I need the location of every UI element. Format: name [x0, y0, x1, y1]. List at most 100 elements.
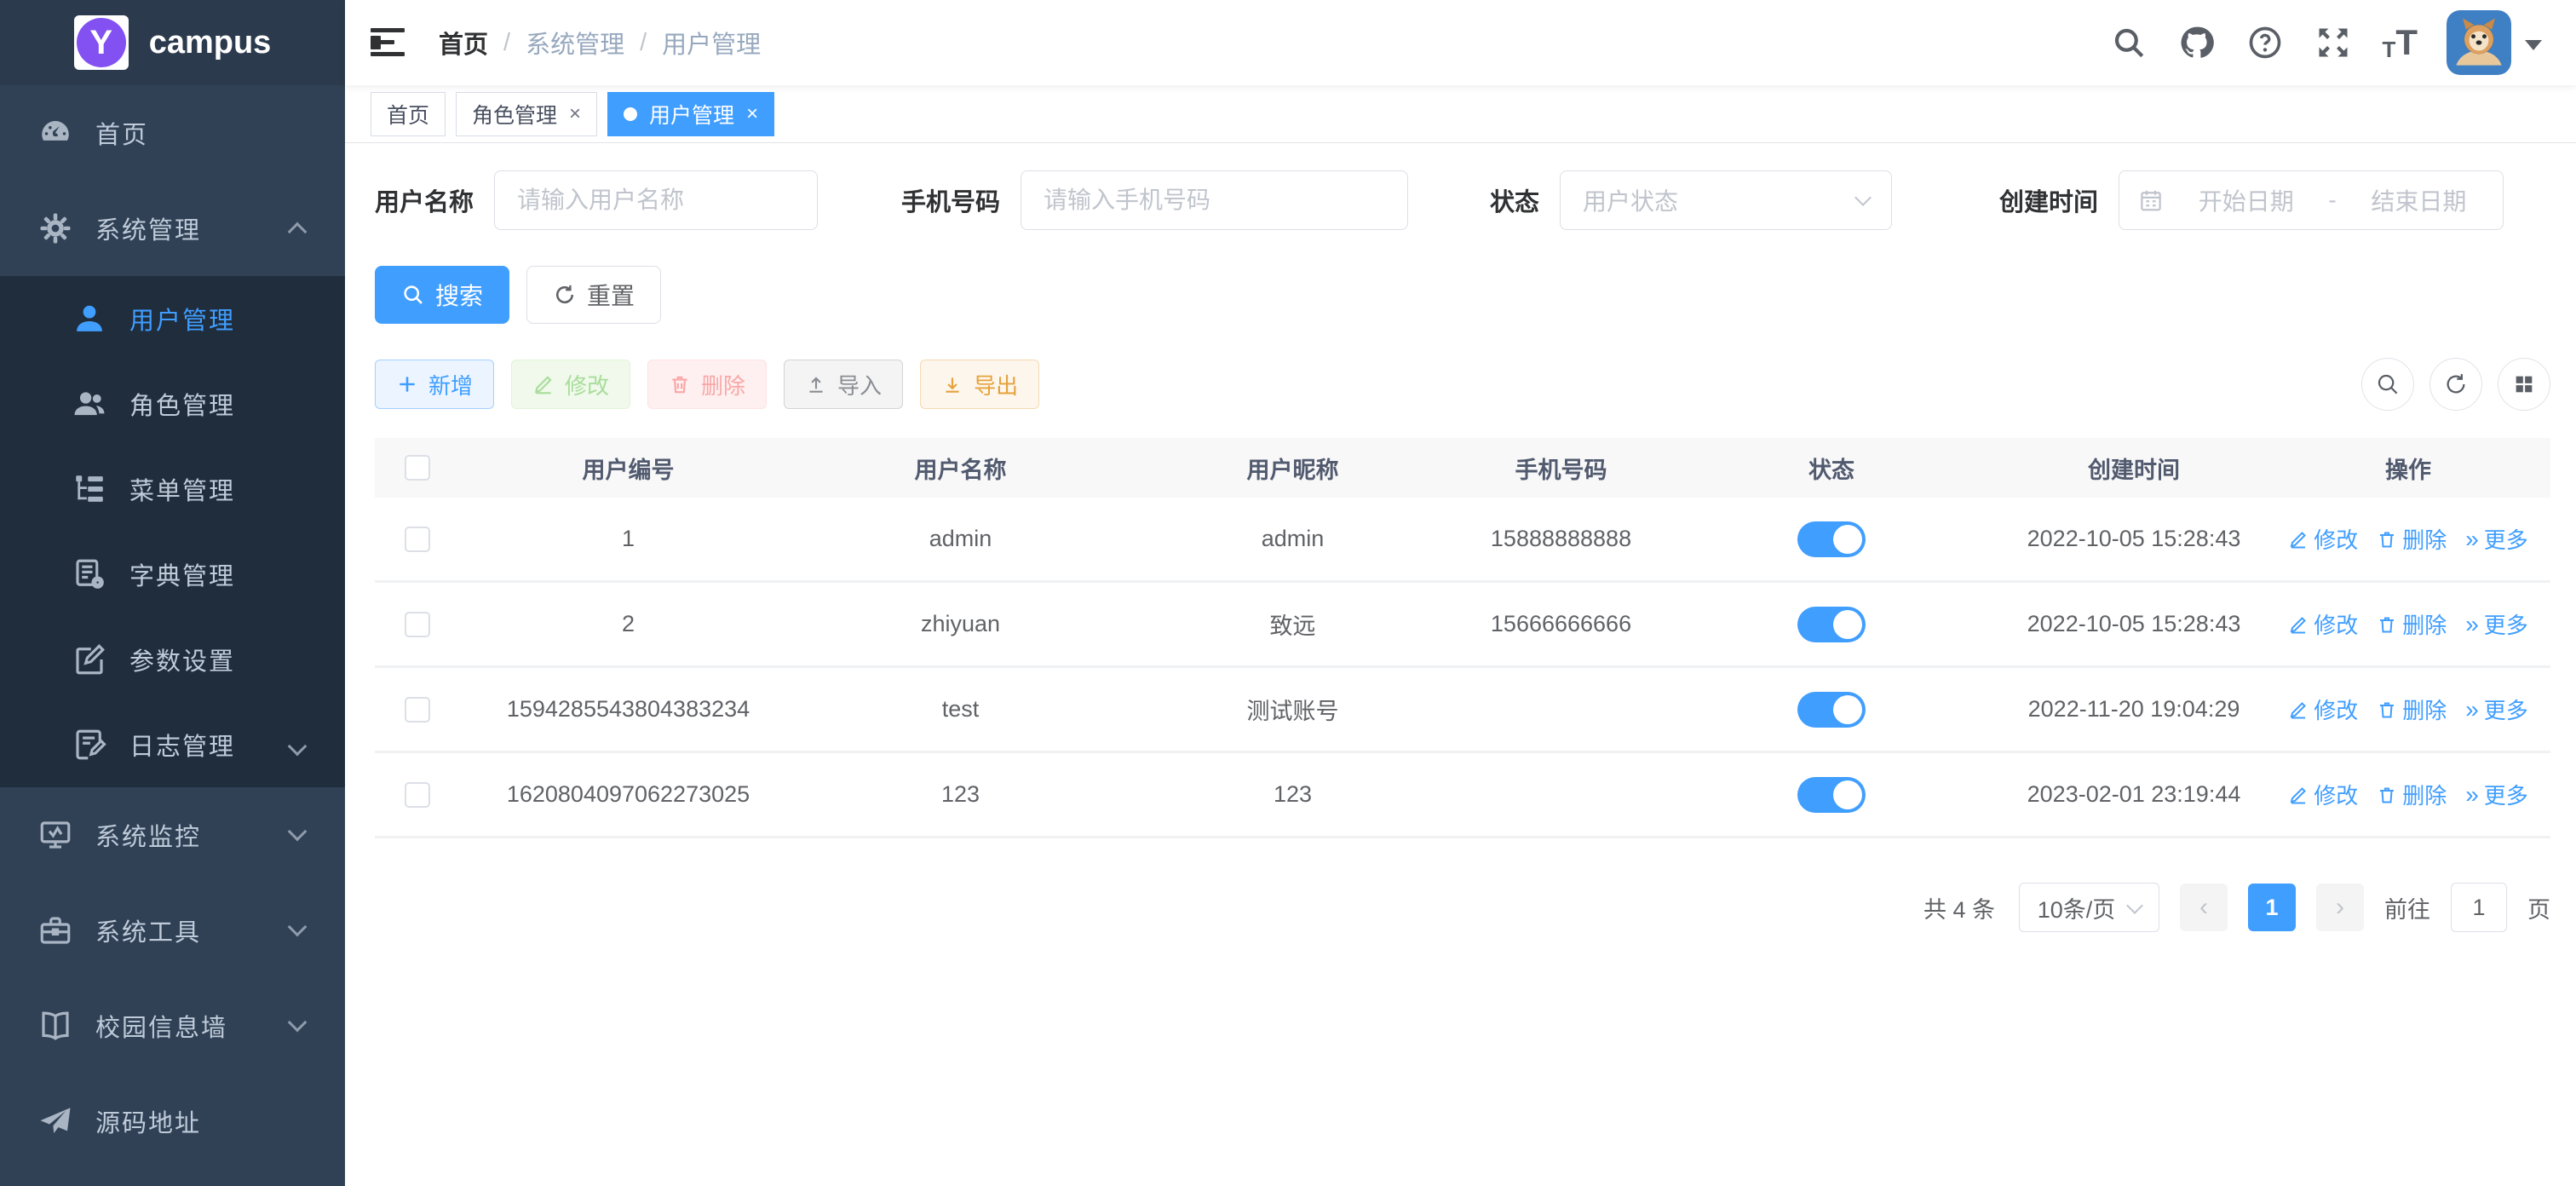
- sidebar-item-source-code[interactable]: 源码地址: [0, 1074, 345, 1169]
- row-checkbox[interactable]: [405, 527, 430, 552]
- search-form: 用户名称 手机号码 状态 用户状态 创建时间 开始日期 - 结束日期: [375, 170, 2550, 230]
- double-arrow-icon: »: [2465, 783, 2479, 807]
- avatar[interactable]: [2447, 10, 2511, 75]
- caret-down-icon: [2525, 40, 2542, 50]
- tree-list-icon: [72, 471, 107, 507]
- column-settings-button[interactable]: [2498, 358, 2550, 411]
- tab-home[interactable]: 首页: [371, 92, 446, 136]
- search-button[interactable]: 搜索: [375, 266, 509, 324]
- row-edit-link[interactable]: 修改: [2288, 608, 2358, 640]
- row-edit-link[interactable]: 修改: [2288, 523, 2358, 555]
- edit-icon: [72, 642, 107, 677]
- fullscreen-icon[interactable]: [2314, 23, 2353, 62]
- refresh-table-button[interactable]: [2429, 358, 2482, 411]
- sidebar-item-label: 校园信息墙: [95, 1008, 227, 1044]
- pencil-icon: [2288, 614, 2309, 635]
- row-more-link[interactable]: » 更多: [2465, 694, 2528, 725]
- sidebar-item-dict-mgmt[interactable]: 字典管理: [0, 532, 345, 617]
- start-date[interactable]: 开始日期: [2181, 183, 2311, 217]
- sidebar-item-system-tools[interactable]: 系统工具: [0, 883, 345, 978]
- row-delete-link[interactable]: 删除: [2377, 608, 2447, 640]
- calendar-icon: [2138, 187, 2164, 213]
- row-edit-link[interactable]: 修改: [2288, 694, 2358, 725]
- close-icon[interactable]: ×: [746, 102, 758, 126]
- column-header-actions: 操作: [2266, 452, 2550, 485]
- sidebar-item-campus-wall[interactable]: 校园信息墙: [0, 978, 345, 1074]
- goto-label: 前往: [2384, 891, 2430, 924]
- username-input[interactable]: [494, 170, 818, 230]
- page-number-1[interactable]: 1: [2248, 884, 2296, 931]
- row-checkbox[interactable]: [405, 782, 430, 808]
- sidebar-item-system[interactable]: 系统管理: [0, 181, 345, 276]
- sidebar-item-label: 源码地址: [95, 1103, 201, 1139]
- tab-user-mgmt[interactable]: 用户管理 ×: [607, 92, 774, 136]
- status-toggle[interactable]: [1797, 521, 1866, 557]
- date-range-picker[interactable]: 开始日期 - 结束日期: [2119, 170, 2504, 230]
- export-button[interactable]: 导出: [920, 360, 1039, 409]
- paper-plane-icon: [37, 1103, 73, 1139]
- prev-page-button[interactable]: ‹: [2180, 884, 2228, 931]
- status-toggle[interactable]: [1797, 607, 1866, 642]
- cell-nickname: 测试账号: [1124, 693, 1461, 726]
- chevron-down-icon: [2126, 897, 2143, 914]
- row-delete-link[interactable]: 删除: [2377, 694, 2447, 725]
- toolbox-icon: [37, 913, 73, 948]
- close-icon[interactable]: ×: [569, 102, 581, 126]
- users-icon: [72, 386, 107, 422]
- import-button[interactable]: 导入: [784, 360, 903, 409]
- show-search-toggle-button[interactable]: [2361, 358, 2414, 411]
- reset-button[interactable]: 重置: [526, 266, 661, 324]
- sidebar-item-system-monitor[interactable]: 系统监控: [0, 787, 345, 883]
- next-page-button[interactable]: ›: [2316, 884, 2364, 931]
- column-header-username: 用户名称: [796, 452, 1124, 485]
- user-menu[interactable]: [2447, 10, 2542, 75]
- sidebar-item-home[interactable]: 首页: [0, 85, 345, 181]
- header-search-icon[interactable]: [2109, 23, 2148, 62]
- font-size-icon[interactable]: TT: [2382, 25, 2418, 60]
- trash-icon: [2377, 785, 2397, 805]
- github-icon[interactable]: [2177, 23, 2217, 62]
- row-more-link[interactable]: » 更多: [2465, 523, 2528, 555]
- row-delete-link[interactable]: 删除: [2377, 523, 2447, 555]
- status-toggle[interactable]: [1797, 777, 1866, 813]
- goto-page-input[interactable]: [2451, 883, 2507, 932]
- delete-button[interactable]: 删除: [647, 360, 767, 409]
- row-more-link[interactable]: » 更多: [2465, 608, 2528, 640]
- status-select[interactable]: 用户状态: [1560, 170, 1892, 230]
- sidebar-item-label: 角色管理: [129, 386, 235, 422]
- cell-created: 2022-10-05 15:28:43: [2002, 526, 2266, 552]
- sidebar-item-log-mgmt[interactable]: 日志管理: [0, 702, 345, 787]
- cell-username: zhiyuan: [796, 611, 1124, 637]
- table-row: 2 zhiyuan 致远 15666666666 2022-10-05 15:2…: [375, 583, 2550, 668]
- tab-role-mgmt[interactable]: 角色管理 ×: [456, 92, 597, 136]
- search-icon: [2375, 371, 2401, 397]
- status-toggle[interactable]: [1797, 692, 1866, 728]
- row-edit-link[interactable]: 修改: [2288, 779, 2358, 810]
- phone-input[interactable]: [1021, 170, 1408, 230]
- breadcrumb-home[interactable]: 首页: [439, 25, 488, 60]
- edit-button[interactable]: 修改: [511, 360, 630, 409]
- app-title: campus: [149, 25, 272, 61]
- sidebar-item-user-mgmt[interactable]: 用户管理: [0, 276, 345, 361]
- row-delete-link[interactable]: 删除: [2377, 779, 2447, 810]
- row-checkbox[interactable]: [405, 697, 430, 723]
- cell-phone: 15666666666: [1461, 611, 1661, 637]
- app-logo-icon: Y: [74, 15, 129, 70]
- row-more-link[interactable]: » 更多: [2465, 779, 2528, 810]
- page-size-select[interactable]: 10条/页: [2019, 883, 2159, 932]
- page-content: 用户名称 手机号码 状态 用户状态 创建时间 开始日期 - 结束日期: [345, 143, 2576, 1186]
- sidebar-toggle-button[interactable]: [371, 28, 405, 57]
- sidebar-item-role-mgmt[interactable]: 角色管理: [0, 361, 345, 446]
- help-icon[interactable]: [2245, 23, 2285, 62]
- row-checkbox[interactable]: [405, 612, 430, 637]
- select-all-checkbox[interactable]: [405, 455, 430, 481]
- pencil-icon: [2288, 529, 2309, 550]
- end-date[interactable]: 结束日期: [2354, 183, 2484, 217]
- trash-icon: [2377, 614, 2397, 635]
- sidebar-item-param-settings[interactable]: 参数设置: [0, 617, 345, 702]
- add-button[interactable]: 新增: [375, 360, 494, 409]
- search-icon: [401, 283, 425, 307]
- app-logo[interactable]: Y campus: [0, 0, 345, 85]
- monitor-icon: [37, 817, 73, 853]
- sidebar-item-menu-mgmt[interactable]: 菜单管理: [0, 446, 345, 532]
